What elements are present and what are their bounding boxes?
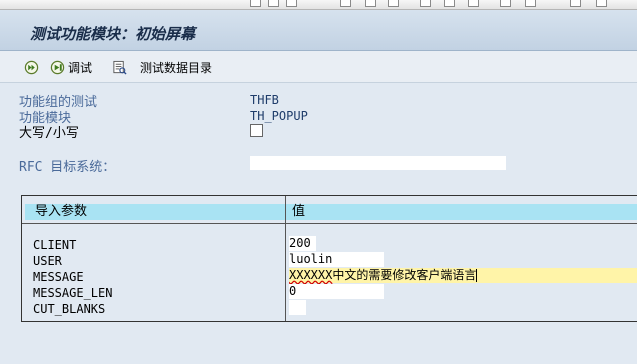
import-parameters-table: 导入参数 值 CLIENT 200 USER luolin MESSAGE XX… [21,195,637,322]
param-value-cut-blanks[interactable] [289,300,306,315]
toolbar-strip-icon[interactable] [286,0,297,7]
toolbar-strip-icon[interactable] [340,0,351,7]
table-header: 导入参数 值 [25,204,637,220]
toolbar-strip-icon[interactable] [444,0,455,7]
toolbar-strip-icon[interactable] [250,0,261,7]
column-header-import-params: 导入参数 [35,204,88,219]
param-name-message: MESSAGE [33,270,84,284]
param-value-user[interactable]: luolin [289,252,384,267]
message-value-prefix: XXXXXX [289,268,333,282]
rfc-target-label: RFC 目标系统： [19,160,116,175]
debug-button[interactable]: 调试 [50,57,92,77]
header-separator [22,223,637,224]
toolbar-strip-icon[interactable] [525,0,536,7]
function-group-value: THFB [250,93,279,107]
param-value-message[interactable]: XXXXXX中文的需要修改客户端语言 [289,268,637,283]
toolbar-strip-icon[interactable] [500,0,511,7]
top-toolbar-strip [0,0,637,10]
toolbar-strip-icon[interactable] [468,0,479,7]
rfc-target-input[interactable] [250,156,506,170]
param-name-cut-blanks: CUT_BLANKS [33,302,106,316]
toolbar-strip-icon[interactable] [388,0,399,7]
param-name-message-len: MESSAGE_LEN [33,286,113,300]
toolbar-strip-icon[interactable] [420,0,431,7]
execute-icon [24,60,39,74]
toolbar-strip-icon[interactable] [268,0,279,7]
toolbar-strip-icon[interactable] [596,0,607,7]
column-header-value: 值 [292,204,306,219]
debug-label: 调试 [68,60,93,75]
param-value-message-len[interactable]: 0 [289,284,384,299]
toolbar-strip-icon[interactable] [365,0,376,7]
execute-button[interactable] [24,57,42,77]
param-name-client: CLIENT [33,238,77,252]
toolbar-strip-icon[interactable] [570,0,581,7]
page-title: 测试功能模块：初始屏幕 [30,25,196,43]
param-value-client[interactable]: 200 [289,236,316,251]
column-divider [285,196,286,321]
test-data-directory-button[interactable]: 测试数据目录 [112,57,212,77]
text-cursor [476,269,478,282]
debug-icon [50,60,65,74]
application-toolbar: 调试 测试数据目录 [0,51,637,83]
test-data-directory-label: 测试数据目录 [140,60,213,75]
title-bar: 测试功能模块：初始屏幕 [0,10,637,51]
test-data-directory-icon [113,60,127,75]
function-module-value: TH_POPUP [250,109,308,123]
param-name-user: USER [33,254,62,268]
case-sensitive-checkbox[interactable] [250,124,263,137]
message-value-text: 中文的需要修改客户端语言 [332,268,477,282]
case-sensitive-label: 大写/小写 [19,126,79,141]
